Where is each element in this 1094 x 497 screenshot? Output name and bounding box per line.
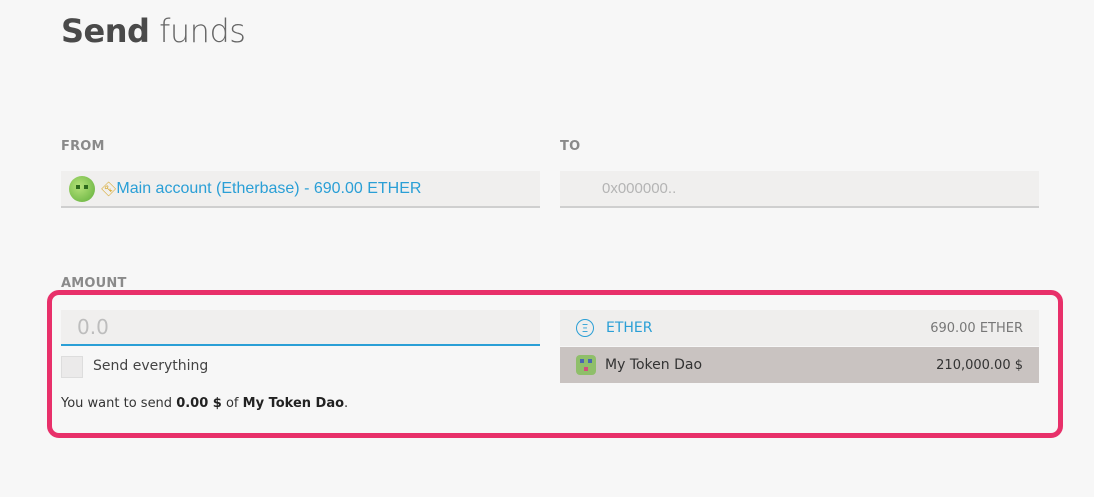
token-identicon-icon — [576, 355, 596, 375]
token-option-my-token-dao[interactable]: My Token Dao 210,000.00 $ — [560, 347, 1039, 383]
amount-label: AMOUNT — [61, 276, 127, 291]
amount-field-wrapper — [61, 310, 540, 346]
page-title: Send funds — [61, 12, 246, 50]
page-title-rest: funds — [149, 12, 246, 50]
to-label: TO — [560, 139, 581, 154]
summary-prefix: You want to send — [61, 396, 177, 411]
summary-suffix: . — [344, 396, 349, 411]
to-address-input[interactable] — [560, 171, 1039, 206]
send-everything-checkbox[interactable] — [61, 356, 83, 378]
page-title-bold: Send — [61, 12, 150, 50]
from-account-select[interactable]: ⚿ Main account (Etherbase) - 690.00 ETHE… — [61, 171, 540, 208]
amount-input[interactable] — [61, 310, 540, 344]
send-summary: You want to send 0.00 $ of My Token Dao. — [61, 396, 348, 411]
summary-amount: 0.00 $ — [176, 396, 222, 411]
token-option-ether[interactable]: Ξ ETHER 690.00 ETHER — [560, 310, 1039, 346]
token-balance: 690.00 ETHER — [930, 320, 1023, 336]
account-avatar-icon — [69, 175, 95, 202]
ether-icon: Ξ — [576, 319, 594, 337]
summary-token: My Token Dao — [242, 396, 345, 411]
summary-of: of — [221, 396, 243, 411]
token-name: My Token Dao — [605, 357, 703, 373]
to-field-wrapper — [560, 171, 1039, 208]
send-everything-label: Send everything — [93, 358, 209, 374]
token-name: ETHER — [606, 320, 653, 336]
from-account-text: Main account (Etherbase) - 690.00 ETHER — [116, 179, 422, 197]
from-label: FROM — [61, 139, 105, 154]
token-balance: 210,000.00 $ — [936, 357, 1023, 373]
